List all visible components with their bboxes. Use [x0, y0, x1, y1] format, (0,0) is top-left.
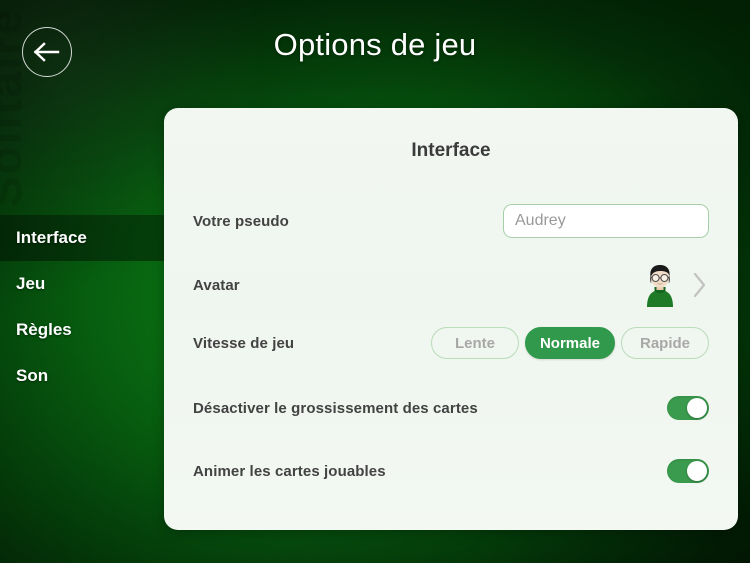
sidebar-item-son[interactable]: Son [0, 353, 164, 399]
chevron-right-icon[interactable] [691, 270, 709, 300]
page-title: Options de jeu [273, 27, 477, 62]
row-pseudo: Votre pseudo [193, 204, 709, 238]
row-speed: Vitesse de jeu Lente Normale Rapide [193, 327, 709, 359]
sidebar-item-label: Jeu [16, 274, 46, 293]
avatar-label: Avatar [193, 276, 240, 294]
speed-segmented-control[interactable]: Lente Normale Rapide [430, 327, 709, 359]
speed-option-lente[interactable]: Lente [430, 327, 519, 359]
animate-playable-cards-toggle[interactable] [667, 459, 709, 483]
speed-label: Vitesse de jeu [193, 334, 295, 352]
toggle-knob [687, 461, 707, 481]
user-avatar-icon[interactable] [639, 263, 681, 307]
settings-panel: Interface Votre pseudo Avatar [164, 108, 738, 530]
sidebar-item-regles[interactable]: Règles [0, 307, 164, 353]
speed-option-normale[interactable]: Normale [524, 327, 615, 359]
row-avatar[interactable]: Avatar [193, 262, 709, 308]
toggle-knob [687, 398, 707, 418]
options-screen: Options de jeu Solitaire Interface Jeu R… [0, 0, 750, 563]
sidebar-item-label: Interface [16, 228, 87, 247]
sidebar-item-label: Son [16, 366, 49, 385]
disable-card-zoom-toggle[interactable] [667, 396, 709, 420]
pseudo-label: Votre pseudo [193, 212, 289, 230]
disable-card-zoom-label: Désactiver le grossissement des cartes [193, 399, 478, 417]
sidebar: Solitaire Interface Jeu Règles Son [0, 7, 164, 399]
speed-option-rapide[interactable]: Rapide [621, 327, 709, 359]
row-disable-card-zoom: Désactiver le grossissement des cartes [193, 395, 709, 421]
avatar-group[interactable] [639, 263, 709, 307]
page-header: Options de jeu [0, 0, 750, 104]
panel-title: Interface [411, 140, 491, 161]
sidebar-item-label: Règles [16, 320, 72, 339]
sidebar-item-jeu[interactable]: Jeu [0, 261, 164, 307]
row-animate-playable-cards: Animer les cartes jouables [193, 458, 709, 484]
sidebar-item-interface[interactable]: Interface [0, 215, 164, 261]
animate-playable-cards-label: Animer les cartes jouables [193, 462, 386, 480]
pseudo-input[interactable] [503, 204, 709, 238]
